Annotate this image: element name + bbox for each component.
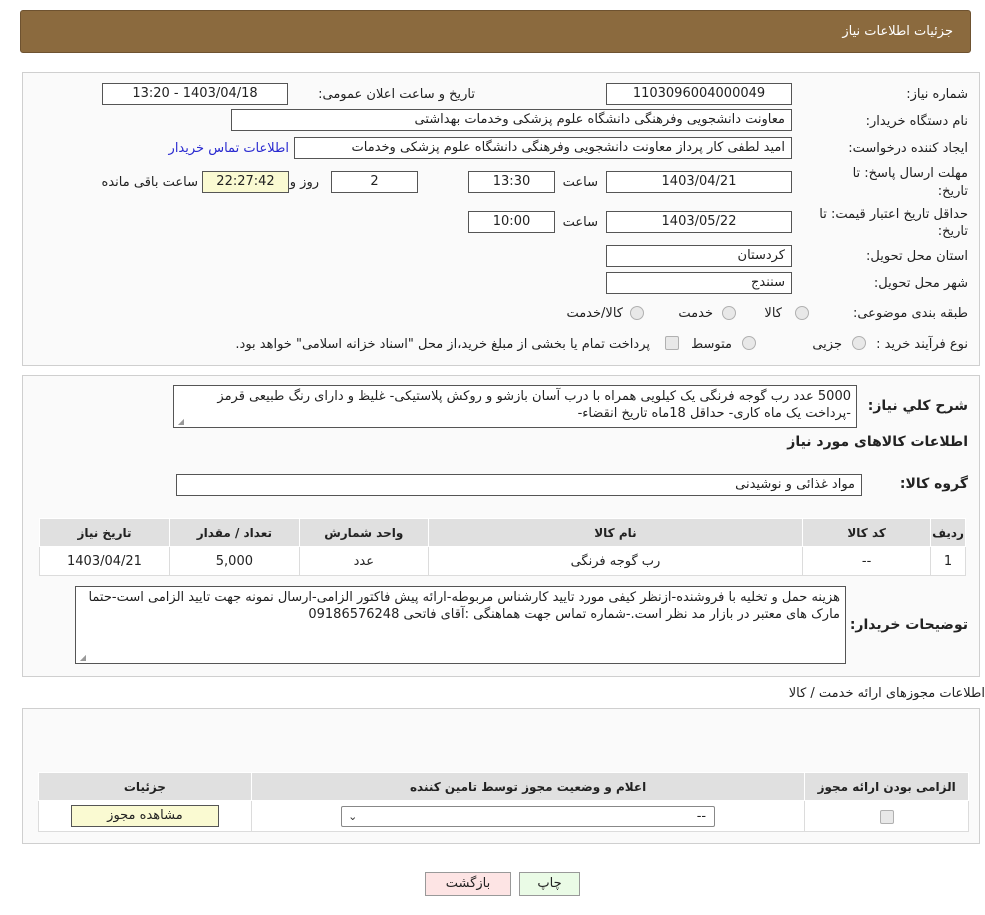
province-field: کردستان: [606, 245, 792, 267]
col-name: نام کالا: [427, 518, 804, 547]
permit-status-value: --: [696, 808, 707, 824]
goods-table: ردیف کد کالا نام کالا واحد شمارش تعداد /…: [39, 518, 966, 576]
process-radio-medium[interactable]: [742, 336, 756, 350]
deadline-label-2: تاریخ:: [937, 184, 968, 199]
province-label: استان محل تحویل:: [866, 249, 968, 264]
days-field: 2: [331, 171, 418, 193]
process-option-medium: متوسط: [691, 337, 732, 352]
deadline-time-label: ساعت: [562, 175, 598, 190]
view-permit-button[interactable]: مشاهده مجوز: [70, 805, 219, 827]
cell-unit: عدد: [298, 546, 429, 576]
col-permit-details: جزئیات: [38, 772, 252, 801]
category-radio-service[interactable]: [722, 306, 736, 320]
permits-table: الزامی بودن ارائه مجوز اعلام و وضعیت مجو…: [38, 772, 969, 832]
col-unit: واحد شمارش: [298, 518, 429, 547]
city-field: سنندج: [606, 272, 792, 294]
summary-label: شرح کلي نياز:: [867, 398, 968, 414]
goods-section-title: اطلاعات کالاهای مورد نیاز: [787, 434, 968, 450]
resize-grip-icon[interactable]: ◢: [78, 654, 86, 662]
category-label: طبقه بندی موضوعی:: [852, 306, 968, 321]
print-button[interactable]: چاپ: [519, 872, 580, 896]
process-option-minor: جزیی: [812, 337, 842, 352]
col-quantity: تعداد / مقدار: [168, 518, 300, 547]
treasury-checkbox[interactable]: [665, 336, 679, 350]
deadline-label: مهلت ارسال پاسخ: تا: [852, 166, 968, 181]
remaining-label: ساعت باقی مانده: [101, 175, 198, 190]
goods-group-field: مواد غذائی و نوشیدنی: [176, 474, 862, 496]
buyer-notes-textarea[interactable]: هزینه حمل و تخلیه با فروشنده-ازنظر کیفی …: [75, 586, 846, 664]
permit-status-select[interactable]: -- ⌄: [341, 805, 716, 827]
process-note: پرداخت تمام یا بخشی از مبلغ خرید،از محل …: [235, 337, 650, 352]
cell-code: --: [802, 546, 932, 576]
remaining-time-field: 22:27:42: [202, 171, 289, 193]
process-radio-minor[interactable]: [852, 336, 866, 350]
cell-row: 1: [930, 546, 966, 576]
validity-date-field: 1403/05/22: [606, 211, 792, 233]
need-number-field: 1103096004000049: [606, 83, 792, 105]
cell-quantity: 5,000: [168, 546, 300, 576]
category-option-goods-service: کالا/خدمت: [566, 306, 623, 321]
buyer-field: معاونت دانشجویی وفرهنگی دانشگاه علوم پزش…: [231, 109, 792, 131]
col-code: کد کالا: [802, 518, 932, 547]
validity-label-2: تاریخ:: [937, 224, 968, 239]
category-option-goods: کالا: [764, 306, 782, 321]
permits-section-title: اطلاعات مجوزهای ارائه خدمت / کالا: [788, 686, 985, 701]
need-number-label: شماره نیاز:: [906, 87, 968, 102]
category-radio-goods[interactable]: [795, 306, 809, 320]
deadline-time-field: 13:30: [468, 171, 555, 193]
table-row: -- ⌄ مشاهده مجوز: [38, 800, 969, 832]
days-label: روز و: [289, 175, 319, 190]
col-row: ردیف: [930, 518, 966, 547]
announce-field: 1403/04/18 - 13:20: [102, 83, 288, 105]
cell-permit-status: -- ⌄: [250, 800, 806, 832]
buyer-label: نام دستگاه خریدار:: [865, 114, 968, 129]
deadline-date-field: 1403/04/21: [606, 171, 792, 193]
buyer-notes-text: هزینه حمل و تخلیه با فروشنده-ازنظر کیفی …: [88, 590, 840, 622]
creator-label: ایجاد کننده درخواست:: [848, 141, 968, 156]
validity-label: حداقل تاریخ اعتبار قیمت: تا: [819, 207, 968, 222]
cell-permit-details: مشاهده مجوز: [38, 800, 252, 832]
back-button[interactable]: بازگشت: [425, 872, 511, 896]
summary-textarea[interactable]: 5000 عدد رب گوجه فرنگی یک کیلویی همراه ب…: [173, 385, 857, 428]
announce-label: تاریخ و ساعت اعلان عمومی:: [318, 87, 475, 102]
col-permit-status: اعلام و وضعیت مجوز توسط تامین کننده: [250, 772, 806, 801]
col-date: تاریخ نیاز: [39, 518, 170, 547]
resize-grip-icon[interactable]: ◢: [176, 418, 184, 426]
cell-date: 1403/04/21: [39, 546, 170, 576]
process-label: نوع فرآیند خرید :: [876, 337, 968, 352]
chevron-down-icon: ⌄: [348, 809, 358, 823]
buyer-notes-label: توضیحات خریدار:: [849, 617, 968, 633]
page-header: جزئیات اطلاعات نیاز: [20, 10, 971, 53]
permits-table-header: الزامی بودن ارائه مجوز اعلام و وضعیت مجو…: [38, 772, 969, 801]
table-row: 1 -- رب گوجه فرنگی عدد 5,000 1403/04/21: [39, 546, 966, 576]
col-permit-required: الزامی بودن ارائه مجوز: [804, 772, 969, 801]
city-label: شهر محل تحویل:: [873, 276, 968, 291]
category-radio-goods-service[interactable]: [630, 306, 644, 320]
goods-table-header: ردیف کد کالا نام کالا واحد شمارش تعداد /…: [39, 518, 966, 547]
summary-text: 5000 عدد رب گوجه فرنگی یک کیلویی همراه ب…: [217, 389, 851, 421]
validity-time-field: 10:00: [468, 211, 555, 233]
buyer-contact-link[interactable]: اطلاعات تماس خریدار: [169, 141, 289, 156]
category-option-service: خدمت: [678, 306, 713, 321]
page-title: جزئیات اطلاعات نیاز: [842, 24, 953, 39]
cell-permit-required: [804, 800, 969, 832]
validity-time-label: ساعت: [562, 215, 598, 230]
permit-required-checkbox[interactable]: [879, 810, 894, 824]
creator-field: امید لطفی کار پرداز معاونت دانشجویی وفره…: [294, 137, 792, 159]
goods-group-label: گروه کالا:: [899, 476, 968, 492]
cell-name: رب گوجه فرنگی: [427, 546, 804, 576]
